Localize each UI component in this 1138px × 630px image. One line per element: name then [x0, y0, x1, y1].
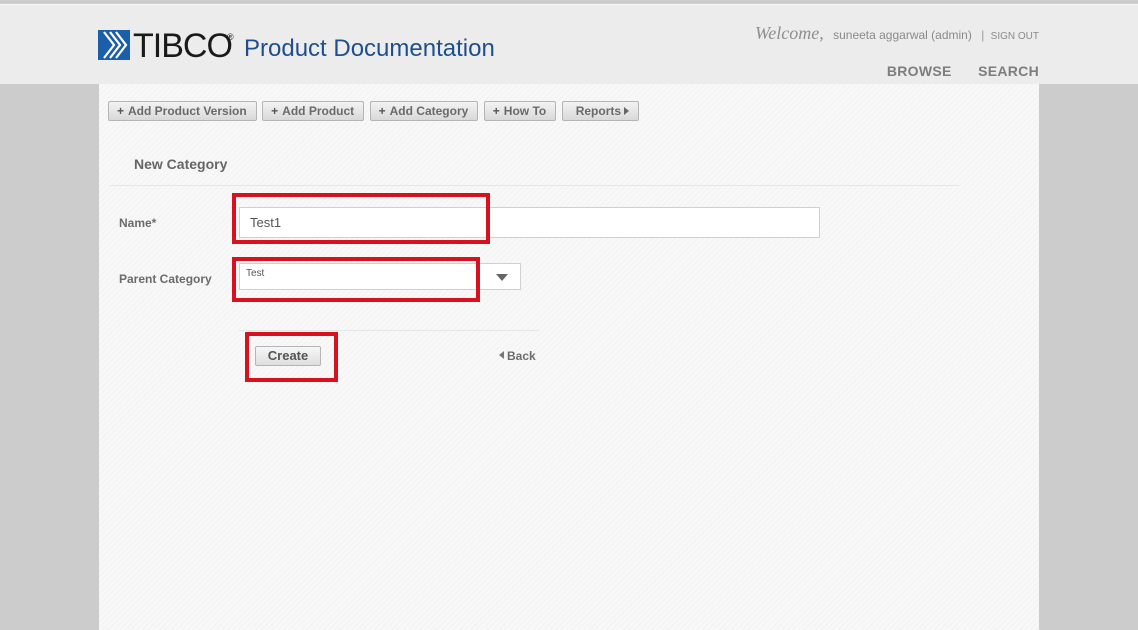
divider — [239, 330, 539, 331]
plus-icon: + — [271, 104, 279, 118]
sign-out-link[interactable]: SIGN OUT — [991, 31, 1039, 42]
add-product-version-label: Add Product Version — [128, 104, 247, 118]
divider — [109, 185, 959, 186]
separator: | — [981, 28, 985, 42]
tibco-logo-icon — [98, 30, 130, 60]
how-to-button[interactable]: + How To — [483, 101, 557, 121]
parent-category-label: Parent Category — [119, 272, 212, 286]
plus-icon: + — [117, 104, 125, 118]
registered-mark: ® — [227, 32, 234, 42]
caret-left-icon — [499, 351, 504, 359]
plus-icon: + — [378, 104, 386, 118]
product-title[interactable]: Product Documentation — [244, 35, 495, 63]
user-display-name: suneeta aggarwal (admin) — [833, 28, 972, 42]
add-product-button[interactable]: + Add Product — [262, 101, 365, 121]
back-link[interactable]: Back — [499, 349, 536, 363]
create-button[interactable]: Create — [255, 346, 321, 366]
add-product-label: Add Product — [282, 104, 355, 118]
main-nav: BROWSE SEARCH — [865, 63, 1039, 81]
nav-search[interactable]: SEARCH — [978, 63, 1039, 79]
name-input[interactable] — [239, 207, 820, 238]
add-category-label: Add Category — [389, 104, 469, 118]
add-product-version-button[interactable]: + Add Product Version — [108, 101, 257, 121]
main-content: + Add Product Version + Add Product + Add C… — [99, 84, 1039, 630]
welcome-greeting: Welcome, — [754, 23, 824, 43]
reports-label: Reports — [575, 104, 622, 118]
back-label: Back — [507, 349, 536, 363]
add-category-button[interactable]: + Add Category — [369, 101, 479, 121]
admin-toolbar: + Add Product Version + Add Product + Add C… — [108, 101, 640, 121]
tibco-logo-text[interactable]: TIBCO — [133, 27, 233, 65]
how-to-label: How To — [503, 104, 547, 118]
plus-icon: + — [492, 104, 500, 118]
parent-category-select[interactable]: Test — [239, 263, 521, 290]
name-label: Name* — [119, 216, 157, 230]
nav-browse[interactable]: BROWSE — [887, 63, 952, 79]
page-title: New Category — [134, 156, 228, 172]
caret-right-icon — [624, 107, 630, 115]
reports-button[interactable]: Reports — [561, 101, 640, 121]
dropdown-arrow-icon[interactable] — [484, 264, 520, 289]
site-header: TIBCO ® Product Documentation Welcome, s… — [0, 4, 1138, 84]
parent-category-value: Test — [246, 268, 265, 279]
welcome-bar: Welcome, suneeta aggarwal (admin) | SIGN… — [755, 23, 1039, 44]
